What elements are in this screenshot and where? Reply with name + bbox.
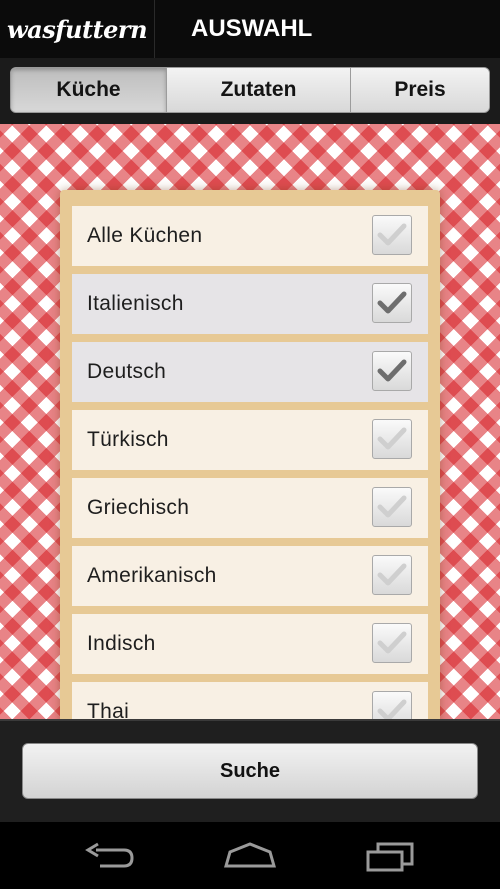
cuisine-row[interactable]: Deutsch xyxy=(72,342,428,402)
cuisine-row[interactable]: Italienisch xyxy=(72,274,428,334)
back-icon[interactable] xyxy=(82,838,138,874)
tab-bar-container: Küche Zutaten Preis xyxy=(0,58,500,124)
cuisine-checkbox[interactable] xyxy=(372,487,412,527)
cuisine-checkbox[interactable] xyxy=(372,623,412,663)
checkmark-icon xyxy=(377,291,407,314)
screen-title: AUSWAHL xyxy=(191,15,313,42)
action-bar: wasfuttern AUSWAHL xyxy=(0,0,500,58)
logo-text: wasfuttern xyxy=(6,14,148,44)
app-logo[interactable]: wasfuttern xyxy=(0,0,155,58)
cuisine-label: Türkisch xyxy=(87,428,169,451)
home-icon[interactable] xyxy=(222,838,278,874)
cuisine-row[interactable]: Griechisch xyxy=(72,478,428,538)
cuisine-label: Alle Küchen xyxy=(87,224,203,247)
checkmark-icon xyxy=(377,495,407,518)
checkmark-icon xyxy=(377,631,407,654)
cuisine-checkbox[interactable] xyxy=(372,419,412,459)
tab-zutaten[interactable]: Zutaten xyxy=(167,68,351,112)
cuisine-list-card: Alle Küchen Italienisch Deutsch Türkisch Gri… xyxy=(60,190,440,730)
cuisine-label: Griechisch xyxy=(87,496,190,519)
segmented-tabs: Küche Zutaten Preis xyxy=(10,67,490,113)
bottom-bar: Suche xyxy=(0,719,500,822)
cuisine-row[interactable]: Amerikanisch xyxy=(72,546,428,606)
checkmark-icon xyxy=(377,359,407,382)
tab-kueche[interactable]: Küche xyxy=(11,68,167,112)
checkmark-icon xyxy=(377,223,407,246)
cuisine-label: Deutsch xyxy=(87,360,167,383)
cuisine-label: Indisch xyxy=(87,632,156,655)
cuisine-row[interactable]: Alle Küchen xyxy=(72,206,428,266)
search-button[interactable]: Suche xyxy=(22,743,478,799)
cuisine-row[interactable]: Türkisch xyxy=(72,410,428,470)
cuisine-checkbox[interactable] xyxy=(372,351,412,391)
cuisine-checkbox[interactable] xyxy=(372,555,412,595)
cuisine-row[interactable]: Indisch xyxy=(72,614,428,674)
cuisine-label: Amerikanisch xyxy=(87,564,217,587)
recent-apps-icon[interactable] xyxy=(362,838,418,874)
cuisine-list[interactable]: Alle Küchen Italienisch Deutsch Türkisch Gri… xyxy=(72,206,428,730)
cuisine-checkbox[interactable] xyxy=(372,215,412,255)
tab-preis[interactable]: Preis xyxy=(351,68,489,112)
checkmark-icon xyxy=(377,563,407,586)
checkmark-icon xyxy=(377,427,407,450)
app-root: wasfuttern AUSWAHL Küche Zutaten Preis A… xyxy=(0,0,500,889)
cuisine-label: Italienisch xyxy=(87,292,184,315)
system-nav-bar xyxy=(0,822,500,889)
cuisine-checkbox[interactable] xyxy=(372,283,412,323)
